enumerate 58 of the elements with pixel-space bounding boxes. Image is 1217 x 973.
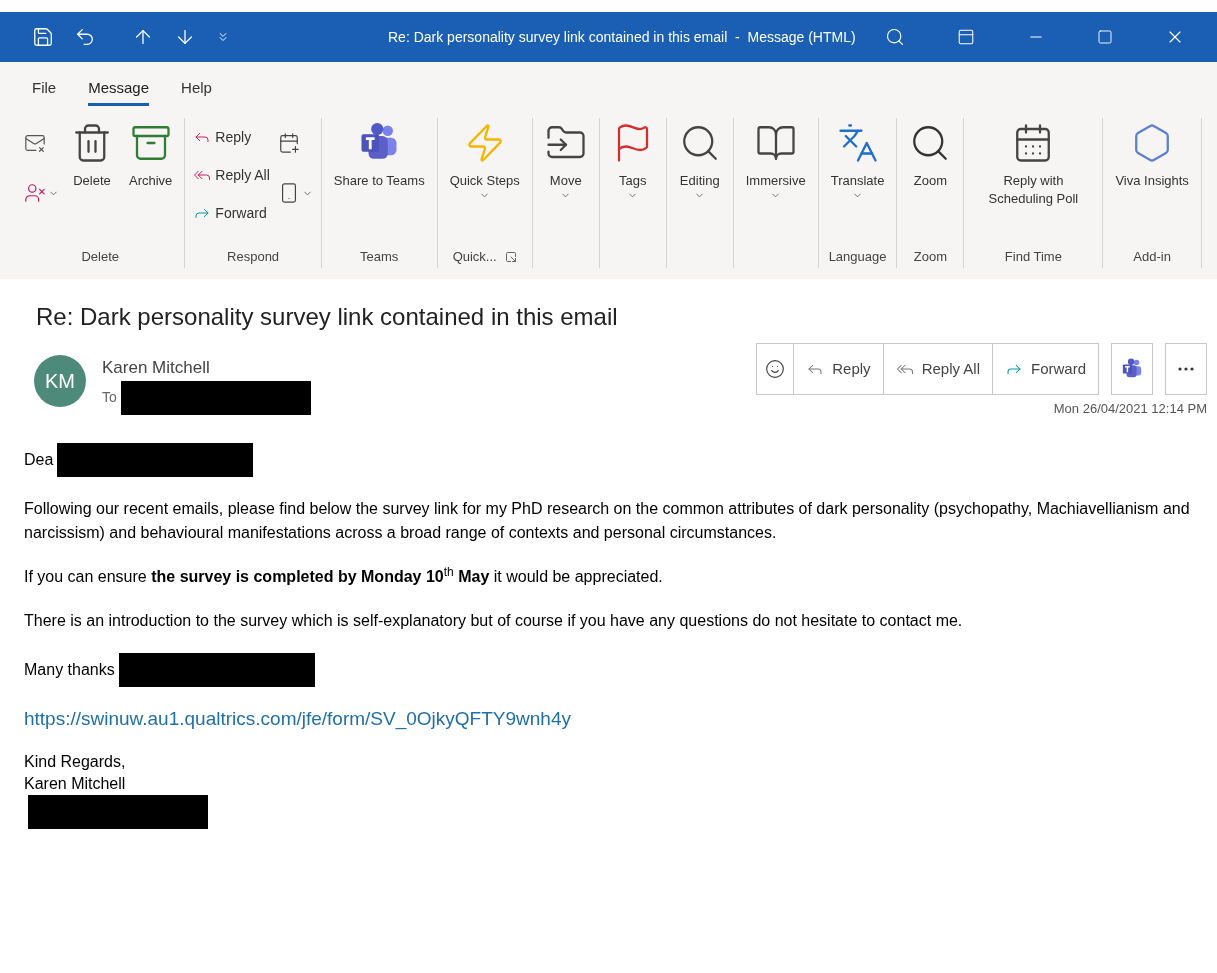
customize-icon[interactable] bbox=[216, 30, 230, 44]
signature-line: Karen Mitchell bbox=[24, 773, 127, 794]
ribbon-tab[interactable]: File bbox=[32, 76, 57, 106]
ribbon-button[interactable]: Viva Insights bbox=[1107, 118, 1197, 190]
body-paragraph: If you can ensure the survey is completed by Monday 10$^{th}$ May it would be appreciated. bbox=[24, 564, 664, 587]
ribbon-button[interactable]: Quick Steps bbox=[441, 118, 528, 201]
ribbon-button[interactable]: Forward bbox=[189, 194, 274, 232]
ribbon-button[interactable]: Delete bbox=[63, 118, 121, 190]
action-button[interactable]: Forward bbox=[993, 344, 1098, 394]
ribbon-button[interactable]: Reply bbox=[189, 118, 274, 156]
ignore-icon bbox=[24, 132, 46, 154]
sender-name: Karen Mitchell bbox=[102, 357, 211, 379]
ribbon-button[interactable]: Editing bbox=[670, 118, 729, 201]
ribbon-button[interactable]: Tags bbox=[603, 118, 662, 201]
teams-button[interactable] bbox=[1111, 343, 1153, 395]
ribbon-button[interactable]: Share to Teams bbox=[325, 118, 433, 190]
ribbon-tab[interactable]: Message bbox=[88, 76, 150, 106]
to-label: To bbox=[102, 388, 117, 407]
action-button[interactable]: Reply All bbox=[883, 344, 993, 394]
group-label: Language bbox=[828, 248, 887, 267]
ribbon-button[interactable]: Immersive bbox=[737, 118, 814, 201]
ribbon-button[interactable]: Reply with Scheduling Poll bbox=[968, 118, 1099, 208]
save-icon[interactable] bbox=[32, 26, 54, 48]
ribbon-display-icon[interactable] bbox=[957, 28, 975, 46]
window-title: Re: Dark personality survey link contained in this email - Message (HTML) bbox=[388, 27, 856, 47]
body-text: Many thanks bbox=[24, 659, 115, 680]
cleanup-icon bbox=[24, 182, 46, 204]
more-icon bbox=[1178, 367, 1194, 371]
translate-icon bbox=[836, 122, 879, 164]
calendar-icon bbox=[277, 132, 300, 154]
message-subject: Re: Dark personality survey link contained in this email bbox=[36, 302, 619, 332]
ribbon-button[interactable]: Translate bbox=[822, 118, 893, 201]
ribbon-button[interactable]: Archive bbox=[121, 118, 181, 190]
undo-icon[interactable] bbox=[74, 26, 96, 48]
teams-icon bbox=[1121, 358, 1143, 380]
ribbon-tab[interactable]: Help bbox=[181, 76, 212, 106]
group-label: Delete bbox=[81, 248, 119, 267]
maximize-icon[interactable] bbox=[1097, 29, 1113, 45]
ribbon-button[interactable]: Reply All bbox=[189, 156, 274, 194]
group-label: Find Time bbox=[1004, 248, 1062, 267]
signature-line: Kind Regards, bbox=[24, 751, 127, 772]
ribbon-button[interactable]: Move bbox=[536, 118, 595, 201]
smile-icon bbox=[765, 359, 786, 379]
group-label: Add-in bbox=[1133, 248, 1171, 267]
group-label: Teams bbox=[360, 248, 399, 267]
search-icon[interactable] bbox=[885, 27, 905, 47]
sender-avatar: KM bbox=[34, 355, 86, 407]
group-label: Respond bbox=[227, 248, 280, 267]
message-date: Mon 26/04/2021 12:14 PM bbox=[1053, 400, 1207, 418]
ribbon-button[interactable]: Zoom bbox=[901, 118, 960, 190]
group-label: Zoom bbox=[913, 248, 947, 267]
dialog-launcher-icon[interactable] bbox=[504, 251, 517, 263]
action-button[interactable]: Reply bbox=[794, 344, 884, 394]
survey-link[interactable]: https://swinuw.au1.qualtrics.com/jfe/form/SV_0OjkyQFTY9wnh4y bbox=[24, 706, 571, 731]
body-paragraph: Following our recent emails, please find below the survey link for my PhD research on the common attributes of dark personality (psychopathy, Machiavellianism and narcissism) and behavioural manifestations across a broad range of contexts and personal circumstances. bbox=[24, 498, 1191, 543]
group-label: Quick... bbox=[452, 248, 497, 267]
body-text: Dea bbox=[24, 449, 54, 470]
body-paragraph: There is an introduction to the survey which is self-explanatory but of course if you have any questions do not hesitate to contact me. bbox=[24, 610, 964, 631]
